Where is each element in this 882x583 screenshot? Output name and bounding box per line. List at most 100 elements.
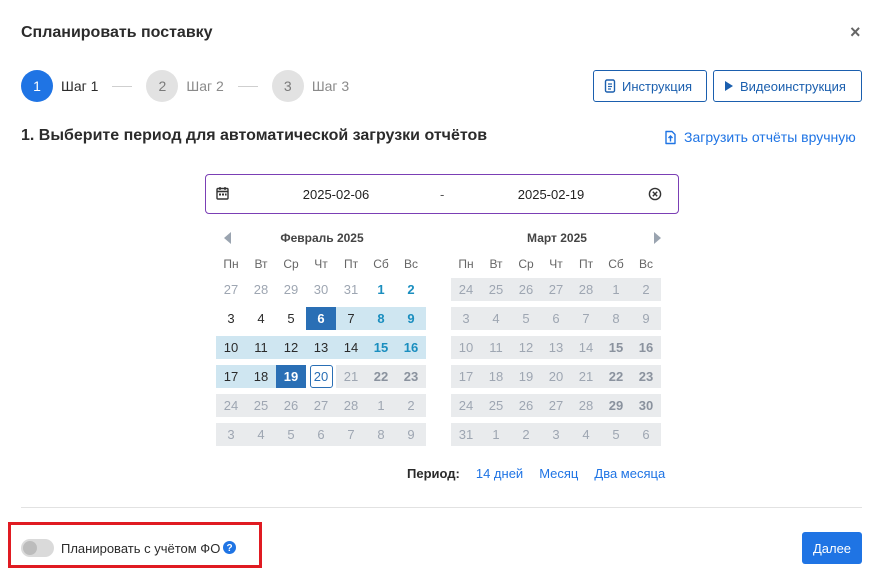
help-icon[interactable]: ? — [223, 541, 236, 554]
calendar-day[interactable]: 24 — [451, 278, 481, 301]
calendar-day[interactable]: 7 — [336, 307, 366, 330]
calendar-day[interactable]: 28 — [336, 394, 366, 417]
calendar-day[interactable]: 1 — [366, 394, 396, 417]
next-button[interactable]: Далее — [802, 532, 862, 564]
calendar-day[interactable]: 29 — [276, 278, 306, 301]
step-3[interactable]: 3 Шаг 3 — [271, 70, 349, 102]
calendar-day[interactable]: 31 — [336, 278, 366, 301]
calendar-day[interactable]: 24 — [451, 394, 481, 417]
period-14-days-link[interactable]: 14 дней — [476, 466, 523, 481]
video-instruction-button[interactable]: Видеоинструкция — [713, 70, 862, 102]
calendar-day[interactable]: 13 — [306, 336, 336, 359]
calendar-day[interactable]: 3 — [216, 307, 246, 330]
calendar-day[interactable]: 6 — [541, 307, 571, 330]
calendar-day[interactable]: 6 — [306, 423, 336, 446]
calendar-day[interactable]: 28 — [571, 394, 601, 417]
calendar-day[interactable]: 28 — [571, 278, 601, 301]
calendar-day[interactable]: 26 — [276, 394, 306, 417]
calendar-day[interactable]: 26 — [511, 394, 541, 417]
prev-month-arrow-icon[interactable] — [224, 232, 231, 244]
calendar-day[interactable]: 17 — [216, 365, 246, 388]
calendar-day[interactable]: 26 — [511, 278, 541, 301]
upload-reports-link[interactable]: Загрузить отчёты вручную — [664, 129, 856, 145]
calendar-day[interactable]: 2 — [511, 423, 541, 446]
calendar-day[interactable]: 3 — [451, 307, 481, 330]
calendar-day[interactable]: 24 — [216, 394, 246, 417]
calendar-day[interactable]: 12 — [276, 336, 306, 359]
calendar-day[interactable]: 19 — [276, 365, 306, 388]
calendar-day[interactable]: 22 — [601, 365, 631, 388]
calendar-day[interactable]: 15 — [601, 336, 631, 359]
calendar-day[interactable]: 3 — [541, 423, 571, 446]
calendar-day[interactable]: 9 — [631, 307, 661, 330]
clear-icon[interactable] — [648, 187, 662, 201]
calendar-day[interactable]: 22 — [366, 365, 396, 388]
calendar-day[interactable]: 1 — [481, 423, 511, 446]
calendar-day[interactable]: 29 — [601, 394, 631, 417]
calendar-day[interactable]: 30 — [631, 394, 661, 417]
calendar-day[interactable]: 20 — [541, 365, 571, 388]
close-icon[interactable]: × — [850, 22, 861, 43]
calendar-day[interactable]: 10 — [451, 336, 481, 359]
calendar-day[interactable]: 4 — [481, 307, 511, 330]
calendar-day[interactable]: 18 — [481, 365, 511, 388]
calendar-day[interactable]: 5 — [601, 423, 631, 446]
calendar-day[interactable]: 31 — [451, 423, 481, 446]
calendar-day[interactable]: 3 — [216, 423, 246, 446]
calendar-day[interactable]: 25 — [246, 394, 276, 417]
calendar-day[interactable]: 17 — [451, 365, 481, 388]
calendar-day[interactable]: 8 — [366, 423, 396, 446]
calendar-day[interactable]: 25 — [481, 278, 511, 301]
calendar-day[interactable]: 9 — [396, 307, 426, 330]
calendar-day[interactable]: 27 — [216, 278, 246, 301]
calendar-day[interactable]: 30 — [306, 278, 336, 301]
calendar-day[interactable]: 20 — [306, 365, 336, 388]
calendar-day[interactable]: 14 — [336, 336, 366, 359]
calendar-day[interactable]: 8 — [601, 307, 631, 330]
next-month-arrow-icon[interactable] — [654, 232, 661, 244]
calendar-day[interactable]: 14 — [571, 336, 601, 359]
calendar-day[interactable]: 13 — [541, 336, 571, 359]
calendar-day[interactable]: 27 — [541, 394, 571, 417]
calendar-day[interactable]: 12 — [511, 336, 541, 359]
calendar-day[interactable]: 16 — [631, 336, 661, 359]
calendar-day[interactable]: 2 — [396, 394, 426, 417]
period-month-link[interactable]: Месяц — [539, 466, 578, 481]
calendar-day[interactable]: 11 — [481, 336, 511, 359]
calendar-day[interactable]: 23 — [631, 365, 661, 388]
instruction-button[interactable]: Инструкция — [593, 70, 707, 102]
calendar-day[interactable]: 7 — [336, 423, 366, 446]
calendar-day[interactable]: 25 — [481, 394, 511, 417]
step-2[interactable]: 2 Шаг 2 — [146, 70, 224, 102]
date-from-value[interactable]: 2025-02-06 — [266, 187, 406, 202]
date-to-value[interactable]: 2025-02-19 — [481, 187, 621, 202]
calendar-day[interactable]: 7 — [571, 307, 601, 330]
calendar-day[interactable]: 4 — [246, 423, 276, 446]
calendar-day[interactable]: 21 — [571, 365, 601, 388]
calendar-day[interactable]: 28 — [246, 278, 276, 301]
calendar-day[interactable]: 6 — [306, 307, 336, 330]
period-two-months-link[interactable]: Два месяца — [594, 466, 665, 481]
calendar-day[interactable]: 15 — [366, 336, 396, 359]
calendar-day[interactable]: 5 — [276, 423, 306, 446]
step-1[interactable]: 1 Шаг 1 — [21, 70, 98, 102]
calendar-day[interactable]: 2 — [396, 278, 426, 301]
calendar-day[interactable]: 11 — [246, 336, 276, 359]
calendar-day[interactable]: 18 — [246, 365, 276, 388]
calendar-day[interactable]: 21 — [336, 365, 366, 388]
calendar-day[interactable]: 6 — [631, 423, 661, 446]
calendar-day[interactable]: 4 — [571, 423, 601, 446]
calendar-day[interactable]: 19 — [511, 365, 541, 388]
calendar-day[interactable]: 1 — [601, 278, 631, 301]
calendar-day[interactable]: 5 — [511, 307, 541, 330]
calendar-day[interactable]: 23 — [396, 365, 426, 388]
calendar-day[interactable]: 27 — [306, 394, 336, 417]
calendar-day[interactable]: 27 — [541, 278, 571, 301]
calendar-day[interactable]: 5 — [276, 307, 306, 330]
plan-fo-toggle[interactable] — [21, 539, 54, 557]
calendar-day[interactable]: 16 — [396, 336, 426, 359]
calendar-day[interactable]: 8 — [366, 307, 396, 330]
date-range-input[interactable]: 2025-02-06 - 2025-02-19 — [205, 174, 679, 214]
calendar-day[interactable]: 9 — [396, 423, 426, 446]
calendar-day[interactable]: 4 — [246, 307, 276, 330]
